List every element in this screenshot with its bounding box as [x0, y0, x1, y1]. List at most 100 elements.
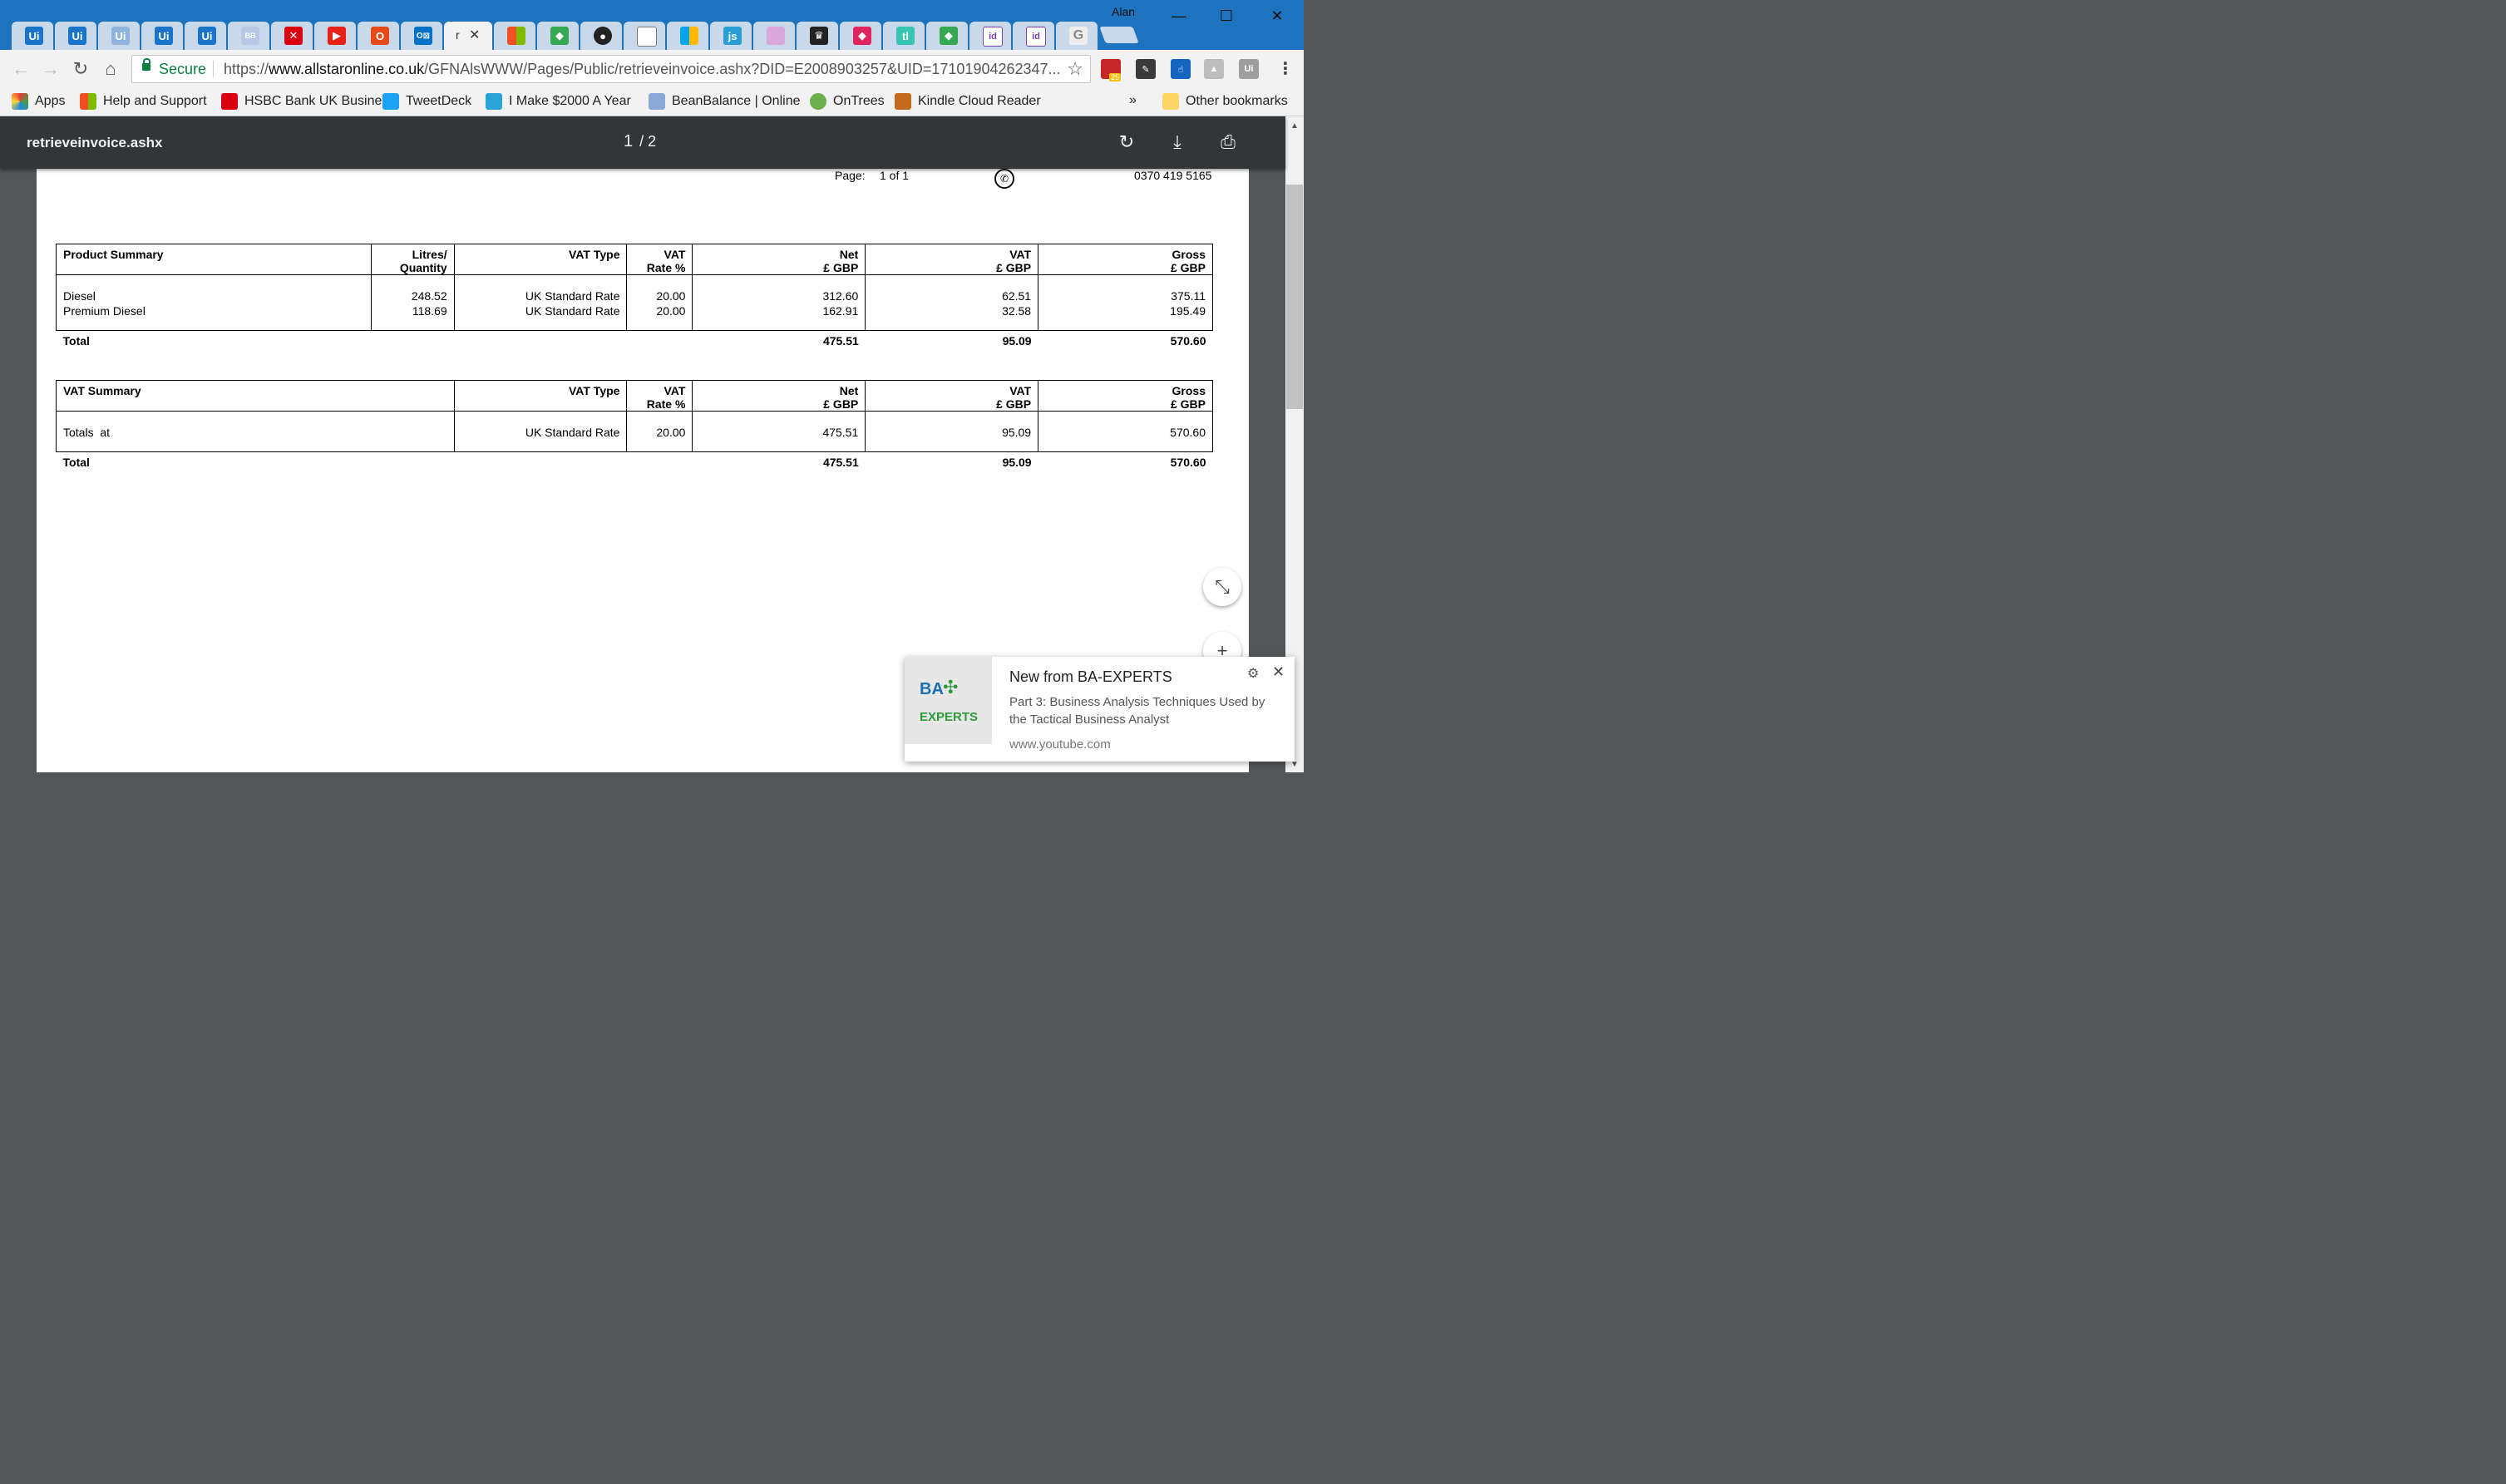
scrollbar-thumb[interactable]	[1286, 185, 1303, 409]
notification-popup[interactable]: BA ✣ EXPERTS New from BA-EXPERTS Part 3:…	[905, 657, 1295, 762]
evernote-extension-icon[interactable]: ✎	[1136, 59, 1156, 79]
empty-cell	[454, 452, 627, 470]
header-vat: VAT £ GBP	[865, 380, 1039, 412]
tab-maps-1[interactable]: ◆	[537, 22, 579, 50]
litres-cell: 248.52 118.69	[370, 274, 455, 331]
print-icon[interactable]: ⎙	[1217, 131, 1239, 153]
header-line: Gross	[1172, 384, 1206, 397]
product-name: Diesel	[63, 289, 96, 303]
kindle-icon	[895, 93, 911, 110]
bookmark-label: Apps	[35, 94, 66, 108]
header-net: Net £ GBP	[692, 244, 866, 275]
maps-icon: ◆	[550, 27, 569, 45]
net-value: 312.60	[822, 289, 859, 303]
tab-id-1[interactable]: id	[969, 22, 1011, 50]
product-summary-table: Product Summary Litres/Quantity VAT Type…	[56, 244, 1213, 348]
header-line: £ GBP	[996, 261, 1032, 274]
litres-value: 118.69	[412, 304, 447, 318]
close-icon[interactable]: ✕	[1272, 663, 1285, 681]
profile-name[interactable]: Alan	[1112, 5, 1135, 18]
tab-id-2[interactable]: id	[1013, 22, 1054, 50]
maximize-icon[interactable]: ☐	[1214, 7, 1239, 25]
bookmark-hsbc[interactable]: HSBC Bank UK Busine	[221, 93, 382, 111]
uipath-extension-icon[interactable]: Ui	[1239, 59, 1259, 79]
forward-arrow-icon[interactable]: →	[40, 58, 62, 80]
bookmarks-overflow[interactable]: »	[1129, 93, 1137, 111]
bookmark-apps[interactable]: Apps	[12, 93, 65, 111]
outlook-icon: O⊠	[414, 27, 432, 45]
vat-summary-label: Totals at	[56, 411, 455, 452]
rotate-icon[interactable]: ↻	[1116, 131, 1137, 153]
hsbc-icon	[221, 93, 238, 110]
tab-document[interactable]	[624, 22, 665, 50]
total-net: 475.51	[822, 334, 859, 348]
fit-to-page-icon[interactable]: ⤡	[1203, 568, 1241, 606]
microsoft-icon	[507, 27, 525, 45]
reload-icon[interactable]: ↻	[70, 58, 91, 80]
bookmark-kindle[interactable]: Kindle Cloud Reader	[895, 93, 1041, 111]
bookmark-ontrees[interactable]: OnTrees	[810, 93, 885, 111]
bookmark-tweetdeck[interactable]: TweetDeck	[382, 93, 471, 111]
back-arrow-icon[interactable]: ←	[10, 58, 32, 80]
tab-tl[interactable]: tl	[883, 22, 925, 50]
gross-cell: 375.11 195.49	[1038, 274, 1213, 331]
page-indicator: 1 / 2	[624, 132, 656, 151]
tab-active-retrieveinvoice[interactable]: r ✕	[444, 22, 492, 50]
header-net: Net £ GBP	[692, 380, 866, 412]
tab-microsoft[interactable]	[494, 22, 535, 50]
phone-number: 0370 419 5165	[1134, 169, 1212, 182]
m-icon	[486, 93, 502, 110]
tab-hsbc[interactable]: ✕	[271, 22, 313, 50]
bookmark-help-and-support[interactable]: Help and Support	[80, 93, 207, 111]
gross-value: 195.49	[1170, 304, 1206, 318]
tab-beanbalance[interactable]: BB	[228, 22, 269, 50]
tab-grammarly[interactable]: G	[1056, 22, 1098, 50]
scroll-up-arrow-icon[interactable]: ▲	[1290, 121, 1299, 131]
tab-crown[interactable]: ♛	[797, 22, 838, 50]
other-bookmarks[interactable]: Other bookmarks	[1162, 93, 1288, 111]
vat-type-value: UK Standard Rate	[525, 304, 620, 318]
tab-uipath-5[interactable]: Ui	[185, 22, 226, 50]
total-gross: 570.60	[1170, 334, 1206, 348]
tab-uipath-1[interactable]: Ui	[12, 22, 53, 50]
total-net: 475.51	[822, 456, 859, 469]
browser-menu-icon[interactable]: ⋮	[1277, 58, 1294, 79]
tab-uipath-4[interactable]: Ui	[141, 22, 183, 50]
tab-js[interactable]: js	[710, 22, 752, 50]
pdf-extension-icon[interactable]: ▲	[1204, 59, 1224, 79]
phone-icon: ✆	[994, 169, 1014, 189]
total-label: Total	[62, 456, 90, 469]
tab-colorful[interactable]	[753, 22, 795, 50]
tab-office[interactable]: O	[358, 22, 399, 50]
total-vat: 95.09	[1002, 456, 1032, 469]
url-path: /GFNAlsWWW/Pages/Public/retrieveinvoice.…	[424, 61, 1061, 77]
tab-cube[interactable]: ◆	[840, 22, 881, 50]
bookmark-i-make[interactable]: I Make $2000 A Year	[486, 93, 631, 111]
tab-record[interactable]: ●	[580, 22, 622, 50]
url-text[interactable]: https://www.allstaronline.co.uk/GFNAlsWW…	[224, 61, 1063, 78]
total-row: Total 475.51 95.09 570.60	[57, 452, 1213, 470]
address-bar[interactable]: Secure https://www.allstaronline.co.uk/G…	[131, 55, 1091, 83]
uipath-icon: Ui	[111, 27, 130, 45]
tab-close-icon[interactable]: ✕	[469, 27, 480, 43]
bookmark-star-icon[interactable]: ☆	[1067, 58, 1083, 80]
new-tab-button[interactable]	[1099, 27, 1139, 43]
tab-microsoft-2[interactable]	[667, 22, 708, 50]
header-vat-rate: VAT Rate %	[626, 244, 693, 275]
tab-maps-2[interactable]: ◆	[926, 22, 968, 50]
product-cell: Diesel Premium Diesel	[56, 274, 372, 331]
gear-icon[interactable]: ⚙	[1247, 665, 1259, 682]
tab-outlook[interactable]: O⊠	[401, 22, 442, 50]
download-icon[interactable]: ⤓	[1167, 131, 1188, 153]
home-icon[interactable]: ⌂	[100, 58, 121, 80]
tab-uipath-2[interactable]: Ui	[55, 22, 96, 50]
notification-source: www.youtube.com	[1009, 737, 1111, 752]
hand-extension-icon[interactable]: ☝	[1171, 59, 1191, 79]
bookmark-beanbalance[interactable]: BeanBalance | Online	[649, 93, 800, 111]
tab-youtube[interactable]: ▶	[314, 22, 356, 50]
minimize-icon[interactable]: —	[1167, 7, 1191, 25]
current-page-number[interactable]: 1	[624, 132, 633, 150]
cube-icon: ◆	[853, 27, 871, 45]
close-window-icon[interactable]: ✕	[1265, 7, 1290, 25]
tab-uipath-3[interactable]: Ui	[98, 22, 140, 50]
